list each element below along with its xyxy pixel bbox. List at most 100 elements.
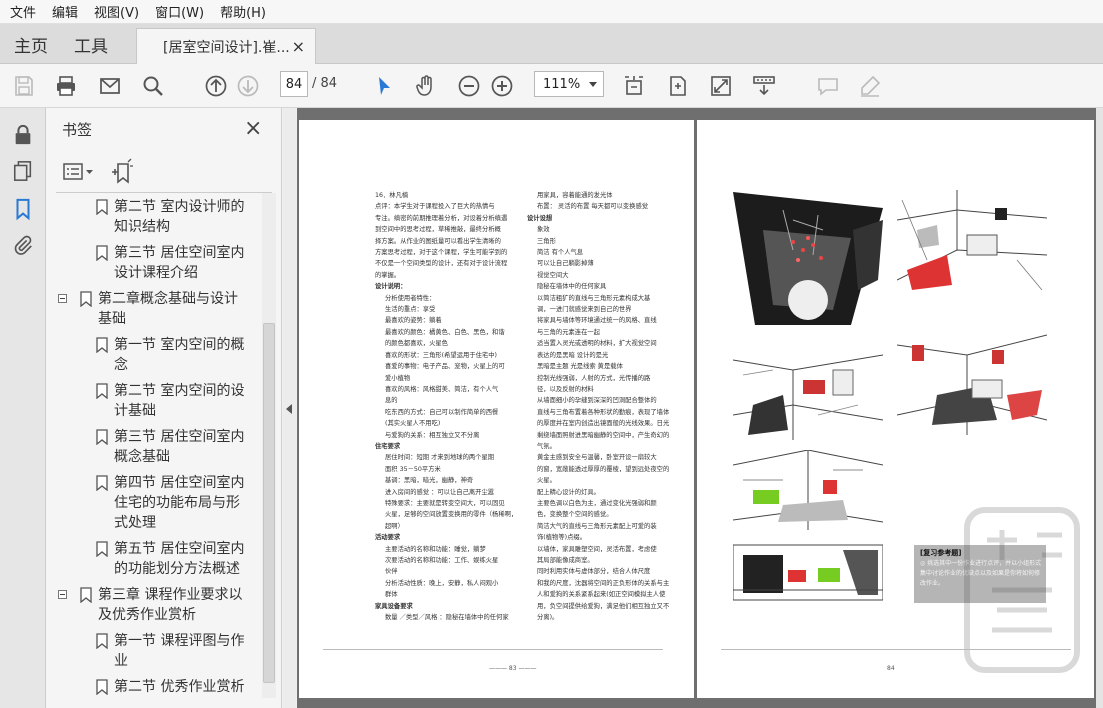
document-viewport[interactable]: 16．林凡楠 点评：本学生对于课程投入了巨大的热情与 专注。缜密的前期推理着分析，对…: [297, 108, 1096, 708]
text-line: 基调：黑暗，暗光，幽静，神奇: [385, 477, 474, 485]
text-line: 以墙体，家具雕塑空间，灵活布置，考虑使: [537, 545, 657, 553]
text-line: 伙伴: [385, 568, 398, 576]
review-title: [复习参考题]: [920, 549, 962, 557]
bookmark-label: 第二节 室内设计师的: [114, 199, 245, 215]
page-number-left: ——— 83 ———: [489, 665, 537, 672]
bookmark-icon: [80, 587, 92, 603]
select-cursor-icon[interactable]: [370, 72, 398, 100]
text-line: 的掌握。: [375, 271, 401, 279]
print-icon[interactable]: [52, 72, 80, 100]
bookmark-label: 基础: [98, 311, 126, 327]
text-line: 气氛。: [537, 442, 556, 450]
hand-tool-icon[interactable]: [412, 72, 440, 100]
current-page-input[interactable]: 84: [280, 71, 308, 97]
text-line: 视觉空间大: [537, 271, 569, 279]
attachment-icon[interactable]: [10, 232, 36, 258]
pages-thumbnail-icon[interactable]: [10, 158, 36, 184]
bookmarks-scroll-thumb[interactable]: [263, 323, 275, 683]
fit-width-icon[interactable]: [620, 72, 648, 100]
text-line: 黑暗是主题 光是线索 黄是载体: [537, 363, 623, 371]
text-line: 象效: [537, 226, 550, 234]
panel-collapse-handle[interactable]: [283, 108, 296, 708]
text-line: 分析活动性质：晚上，安静，私人闷观小: [385, 579, 499, 587]
text-line: 火星。: [537, 477, 556, 485]
full-screen-icon[interactable]: [707, 72, 735, 100]
bookmark-icon[interactable]: [10, 196, 36, 222]
bookmark-label: 第三节 居住空间室内: [114, 245, 245, 261]
text-line: 设计说明：: [375, 283, 407, 291]
text-line: 以简洁粗犷的直线与三角形元素构成大基: [537, 294, 651, 302]
fit-page-icon[interactable]: [664, 72, 692, 100]
bookmark-label: 的功能划分方法概述: [114, 561, 240, 577]
text-line: 可以让自己躺影掉薄: [537, 260, 594, 268]
search-icon[interactable]: [139, 72, 167, 100]
lock-icon[interactable]: [10, 122, 36, 148]
new-bookmark-icon[interactable]: [108, 158, 136, 186]
collapse-toggle-icon[interactable]: [58, 294, 67, 303]
text-line: 息的: [385, 397, 398, 405]
collapse-toggle-icon[interactable]: [58, 590, 67, 599]
text-line: 住宅要求: [375, 442, 401, 450]
footer-line: [721, 649, 1071, 650]
zoom-select[interactable]: 111%: [534, 71, 604, 97]
text-line: 点评：本学生对于课程投入了巨大的热情与: [375, 203, 495, 211]
close-icon[interactable]: ×: [244, 116, 262, 141]
text-line: 特殊要求：主要就是转变空间大，可以固见: [385, 499, 505, 507]
tab-close-icon[interactable]: ×: [292, 37, 305, 56]
text-line: 16．林凡楠: [375, 192, 409, 199]
text-line: 群体: [385, 591, 398, 599]
tab-tools[interactable]: 工具: [74, 32, 108, 57]
text-line: 控制光线强弱，人射的方式，光传播的路: [537, 374, 651, 382]
bookmark-label: 第一节 课程评图与作: [114, 633, 245, 649]
page-84: [复习参考题] ◎ 挑选其中一份作业进行点评，并以小组形式集中讨论作业的优缺点以…: [697, 120, 1094, 698]
text-line: 人和爱狗的关系紧系起来(如正空间模拟主人使: [537, 591, 666, 599]
page-up-icon[interactable]: [202, 72, 230, 100]
text-line: 生活的重点：享受: [385, 306, 436, 314]
menu-window[interactable]: 窗口(W): [149, 2, 210, 21]
drawing-section-6: [733, 540, 883, 605]
text-line: 不仅是一个空间类型的设计，还有对于设计流程: [375, 260, 508, 268]
menu-file[interactable]: 文件: [4, 2, 42, 21]
text-line: 的厚度并在室内创造出镜面般的光线效果。日光: [537, 420, 670, 428]
text-line: 进入房间的感觉 ：可以让自己离开尘嚣: [385, 488, 495, 496]
text-line: 居住时间：短期 才来到地球的两个星期: [385, 454, 495, 462]
comment-icon[interactable]: [814, 72, 842, 100]
save-icon[interactable]: [10, 72, 38, 100]
text-line: 直线与三角布置着各种形状的勤痕，表现了墙体: [537, 408, 670, 416]
tab-home[interactable]: 主页: [14, 32, 48, 57]
text-line: 将家具与墙体等环境通过统一的风格、直线: [537, 317, 657, 325]
text-line: 设计设想: [527, 214, 553, 222]
bookmark-label: 第三章 课程作业要求以: [98, 587, 243, 603]
bookmark-label: 计基础: [114, 403, 156, 419]
panel-divider: [56, 192, 272, 193]
zoom-out-icon[interactable]: [455, 72, 483, 100]
scroll-mode-icon[interactable]: [750, 72, 778, 100]
text-line: 最喜欢的颜色：橘黄色、白色、黑色，和谐: [385, 328, 505, 336]
text-line: 活动要求: [375, 534, 401, 542]
menu-help[interactable]: 帮助(H): [214, 2, 272, 21]
menu-view[interactable]: 视图(V): [88, 2, 145, 21]
text-line: 布置： 灵活的布置 每天都可以变换感觉: [537, 203, 649, 211]
bookmarks-scrollbar[interactable]: [262, 193, 276, 698]
bookmarks-panel: 书签 × 第二节 室内设计师的 知识结构 第三节 居住空间室内 设计课程介绍 第二章概念…: [46, 108, 282, 708]
text-line: 和我的尺度，沈器将空间的正负形体的关系与主: [537, 579, 670, 587]
zoom-in-icon[interactable]: [488, 72, 516, 100]
text-line: 用家具，容着能通的发光体: [537, 192, 613, 199]
text-line: 表达的是黑暗 设计的是光: [537, 351, 609, 359]
bookmark-label: 第三节 居住空间室内: [114, 429, 245, 445]
page-number-right: 84: [887, 665, 895, 672]
text-line: 径，以及反射的材料: [537, 385, 594, 393]
bookmark-options-icon[interactable]: [62, 160, 96, 184]
text-line: 方案思考过程，对于这个课程，学生可能学到的: [375, 249, 508, 257]
page-down-icon[interactable]: [234, 72, 262, 100]
document-scrollbar[interactable]: [1096, 108, 1103, 708]
bookmark-label: 概念基础: [114, 449, 170, 465]
tab-document[interactable]: [居室空间设计].崔... ×: [136, 28, 316, 64]
menu-edit[interactable]: 编辑: [46, 2, 84, 21]
bookmark-icon: [96, 245, 108, 261]
bookmark-label: 业: [114, 653, 128, 669]
highlight-pen-icon[interactable]: [856, 72, 884, 100]
bookmark-icon: [96, 475, 108, 491]
text-line: 与三角的元素连在一起: [537, 328, 600, 336]
email-icon[interactable]: [96, 72, 124, 100]
